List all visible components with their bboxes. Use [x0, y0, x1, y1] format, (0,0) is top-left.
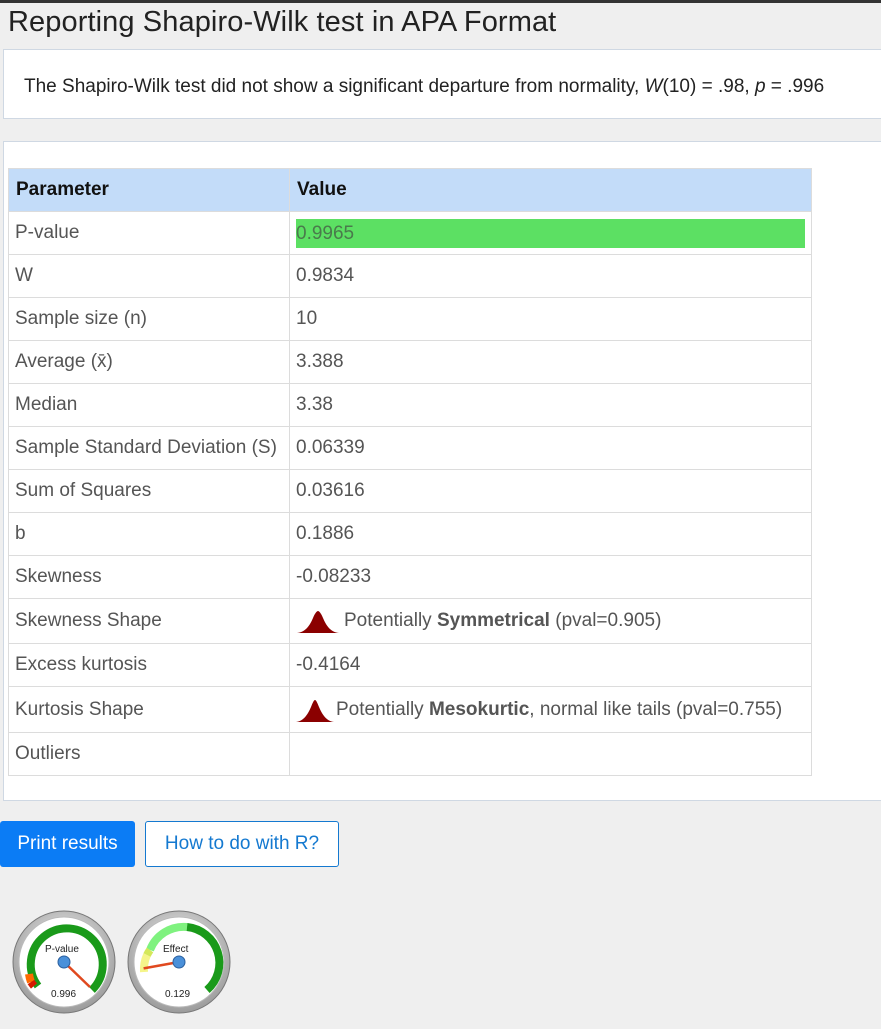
table-row: Kurtosis Shape Potentially Mesokurtic, n… [8, 686, 812, 733]
row-label: Average (x̄) [8, 340, 290, 384]
row-value: -0.08233 [289, 555, 812, 599]
symmetrical-distribution-icon [297, 611, 339, 633]
table-row: Sum of Squares 0.03616 [8, 469, 812, 513]
gauge-title: P-value [45, 944, 79, 955]
table-header-row: Parameter Value [8, 168, 812, 212]
kurt-pre: Potentially [336, 698, 429, 720]
median-link[interactable]: Median [8, 383, 290, 427]
gauge-readout: 0.996 [51, 989, 76, 1000]
skew-post: (pval=0.905) [549, 610, 662, 632]
row-value: 0.03616 [289, 469, 812, 513]
row-value [289, 732, 812, 776]
kurtosis-shape-cell: Potentially Mesokurtic, normal like tail… [289, 686, 812, 733]
apa-prefix: The Shapiro-Wilk test did not show a sig… [24, 76, 645, 97]
table-row: Average (x̄) 3.388 [8, 340, 812, 384]
mesokurtic-distribution-icon [296, 699, 334, 722]
excess-kurtosis-link[interactable]: Excess kurtosis [8, 643, 290, 687]
pvalue-highlight: 0.9965 [296, 218, 805, 248]
row-value: 0.06339 [289, 426, 812, 470]
gauge-title: Effect [163, 944, 189, 955]
table-row: Skewness Shape Potentially Symmetrical (… [8, 598, 812, 644]
how-to-r-button[interactable]: How to do with R? [145, 821, 339, 867]
skew-pre: Potentially [344, 610, 437, 632]
apa-w-args: (10) = .98, [662, 76, 755, 97]
table-row: Skewness -0.08233 [8, 555, 812, 599]
header-parameter: Parameter [8, 168, 290, 212]
table-row: P-value 0.9965 [8, 211, 812, 255]
row-value: -0.4164 [289, 643, 812, 687]
row-value: 0.9834 [289, 254, 812, 298]
skewness-shape-cell: Potentially Symmetrical (pval=0.905) [289, 598, 812, 644]
apa-report-box: The Shapiro-Wilk test did not show a sig… [3, 49, 881, 119]
table-row: Outliers [8, 732, 812, 776]
row-label: Sample size (n) [8, 297, 290, 341]
row-label: b [8, 512, 290, 556]
gauge-readout: 0.129 [165, 989, 190, 1000]
pvalue-cell: 0.9965 [289, 211, 812, 255]
outliers-link[interactable]: Outliers [8, 732, 290, 776]
row-value: 10 [289, 297, 812, 341]
table-row: Median 3.38 [8, 383, 812, 427]
row-value: 3.38 [289, 383, 812, 427]
apa-report-text: The Shapiro-Wilk test did not show a sig… [24, 76, 824, 98]
row-label: Sample Standard Deviation (S) [8, 426, 290, 470]
kurtosis-shape-link[interactable]: Kurtosis Shape [8, 686, 290, 733]
apa-p-value: = .996 [765, 76, 825, 97]
pvalue-gauge: P-value 0.996 [12, 910, 116, 1014]
kurt-post: , normal like tails (pval=0.755) [529, 698, 783, 720]
table-row: b 0.1886 [8, 512, 812, 556]
apa-p-symbol: p [754, 76, 766, 97]
row-label: W [8, 254, 290, 298]
row-label: Sum of Squares [8, 469, 290, 513]
row-value: 0.1886 [289, 512, 812, 556]
table-row: Sample Standard Deviation (S) 0.06339 [8, 426, 812, 470]
top-border [0, 0, 881, 3]
effect-gauge: Effect 0.129 [127, 910, 231, 1014]
row-label: Skewness [8, 555, 290, 599]
apa-w-symbol: W [644, 76, 663, 97]
row-label: P-value [8, 211, 290, 255]
row-value: 3.388 [289, 340, 812, 384]
table-row: Sample size (n) 10 [8, 297, 812, 341]
print-results-button[interactable]: Print results [0, 821, 135, 867]
skew-bold: Symmetrical [436, 610, 550, 632]
skewness-shape-link[interactable]: Skewness Shape [8, 598, 290, 644]
table-row: W 0.9834 [8, 254, 812, 298]
header-value: Value [289, 168, 812, 212]
page-title: Reporting Shapiro-Wilk test in APA Forma… [8, 6, 557, 38]
results-table: Parameter Value P-value 0.9965 W 0.9834 … [8, 168, 812, 776]
kurt-bold: Mesokurtic [428, 698, 530, 720]
table-row: Excess kurtosis -0.4164 [8, 643, 812, 687]
